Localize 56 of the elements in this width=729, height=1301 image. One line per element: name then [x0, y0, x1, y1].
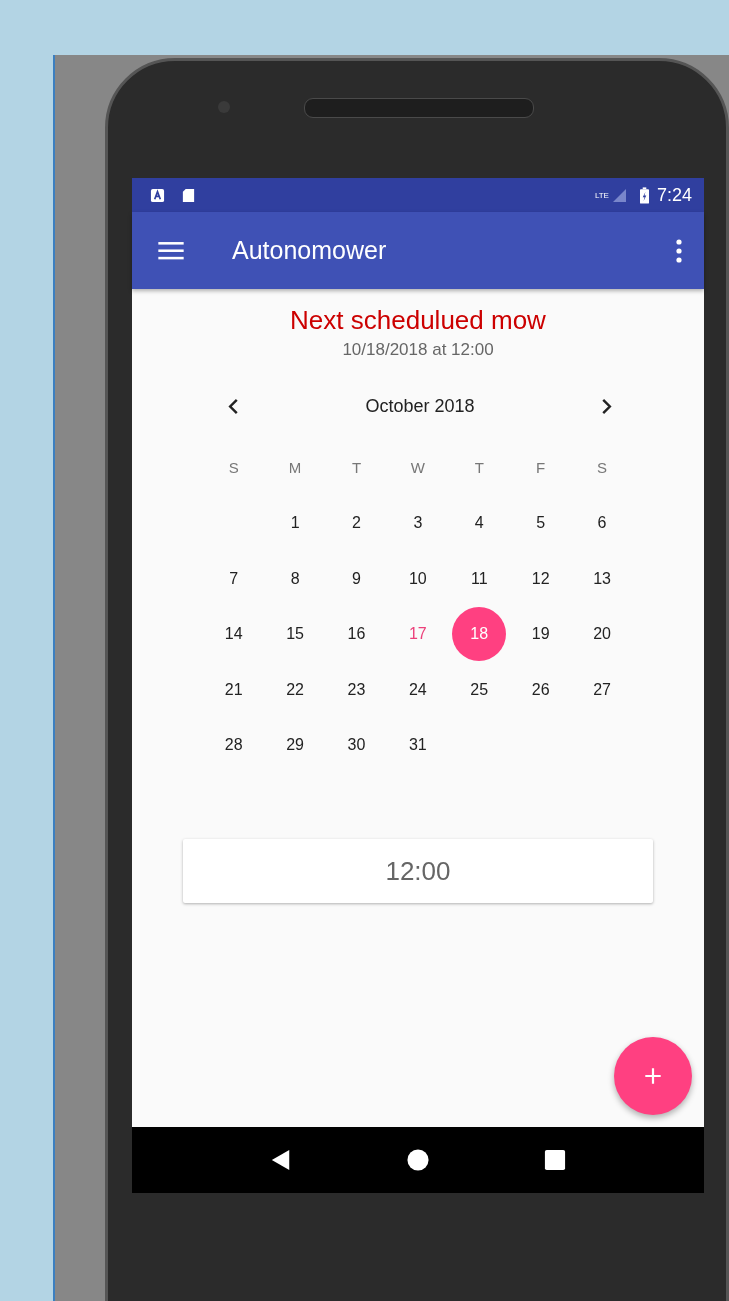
calendar-day[interactable]: 20 — [575, 607, 630, 662]
weekday-label: S — [597, 459, 608, 477]
calendar-day[interactable]: 7 — [206, 551, 261, 606]
time-field[interactable]: 12:00 — [183, 839, 653, 903]
calendar-day[interactable]: 31 — [390, 718, 445, 773]
weekday-label: T — [474, 459, 484, 477]
weekday-label: T — [351, 459, 362, 477]
calendar-day[interactable]: 14 — [206, 607, 261, 662]
more-icon[interactable] — [676, 238, 682, 263]
weekday-label: M — [288, 459, 302, 477]
add-button[interactable] — [614, 1037, 692, 1115]
network-label: LTE — [594, 190, 609, 200]
calendar-day[interactable]: 10 — [390, 551, 445, 606]
menu-icon[interactable] — [158, 241, 184, 260]
weekday-label: F — [536, 459, 546, 477]
recents-icon[interactable] — [544, 1149, 567, 1171]
calendar-day[interactable]: 25 — [452, 662, 507, 717]
calendar-day[interactable]: 6 — [575, 496, 630, 551]
plus-icon — [642, 1065, 664, 1087]
calendar-day[interactable]: 29 — [268, 718, 323, 773]
battery-icon — [639, 186, 649, 204]
calendar-day[interactable]: 27 — [575, 662, 630, 717]
calendar-day[interactable]: 11 — [452, 551, 507, 606]
calendar-day[interactable]: 16 — [329, 607, 384, 662]
weekday-label: W — [410, 459, 425, 477]
next-mow-heading: Next schedulued mow — [290, 305, 546, 336]
calendar-day[interactable]: 17 — [390, 607, 445, 662]
calendar-day[interactable]: 24 — [390, 662, 445, 717]
notification-icon — [150, 187, 165, 203]
calendar-day[interactable]: 1 — [268, 496, 323, 551]
calendar-day[interactable]: 3 — [390, 496, 445, 551]
calendar-day[interactable]: 23 — [329, 662, 384, 717]
next-month-icon[interactable] — [601, 397, 613, 415]
next-mow-date: 10/18/2018 at 12:00 — [342, 340, 494, 360]
calendar-day[interactable]: 22 — [268, 662, 323, 717]
clock: 7:24 — [656, 184, 692, 206]
calendar-day[interactable]: 15 — [268, 607, 323, 662]
calendar-day[interactable]: 19 — [513, 607, 568, 662]
calendar-day[interactable]: 28 — [206, 718, 261, 773]
calendar-day[interactable]: 9 — [329, 551, 384, 606]
weekday-label: S — [228, 459, 239, 477]
calendar-day[interactable]: 13 — [575, 551, 630, 606]
sd-card-icon — [181, 187, 196, 203]
signal-icon — [612, 188, 626, 202]
calendar-day[interactable]: 5 — [513, 496, 568, 551]
calendar-day[interactable]: 21 — [206, 662, 261, 717]
app-title: Autonomower — [232, 236, 388, 265]
calendar-day[interactable]: 2 — [329, 496, 384, 551]
previous-month-icon[interactable] — [227, 397, 239, 415]
calendar-day[interactable]: 8 — [268, 551, 323, 606]
calendar-day[interactable]: 4 — [452, 496, 507, 551]
calendar-day[interactable]: 12 — [513, 551, 568, 606]
home-icon[interactable] — [407, 1149, 429, 1171]
calendar-day[interactable]: 30 — [329, 718, 384, 773]
calendar-day[interactable]: 26 — [513, 662, 568, 717]
month-title: October 2018 — [365, 395, 475, 417]
